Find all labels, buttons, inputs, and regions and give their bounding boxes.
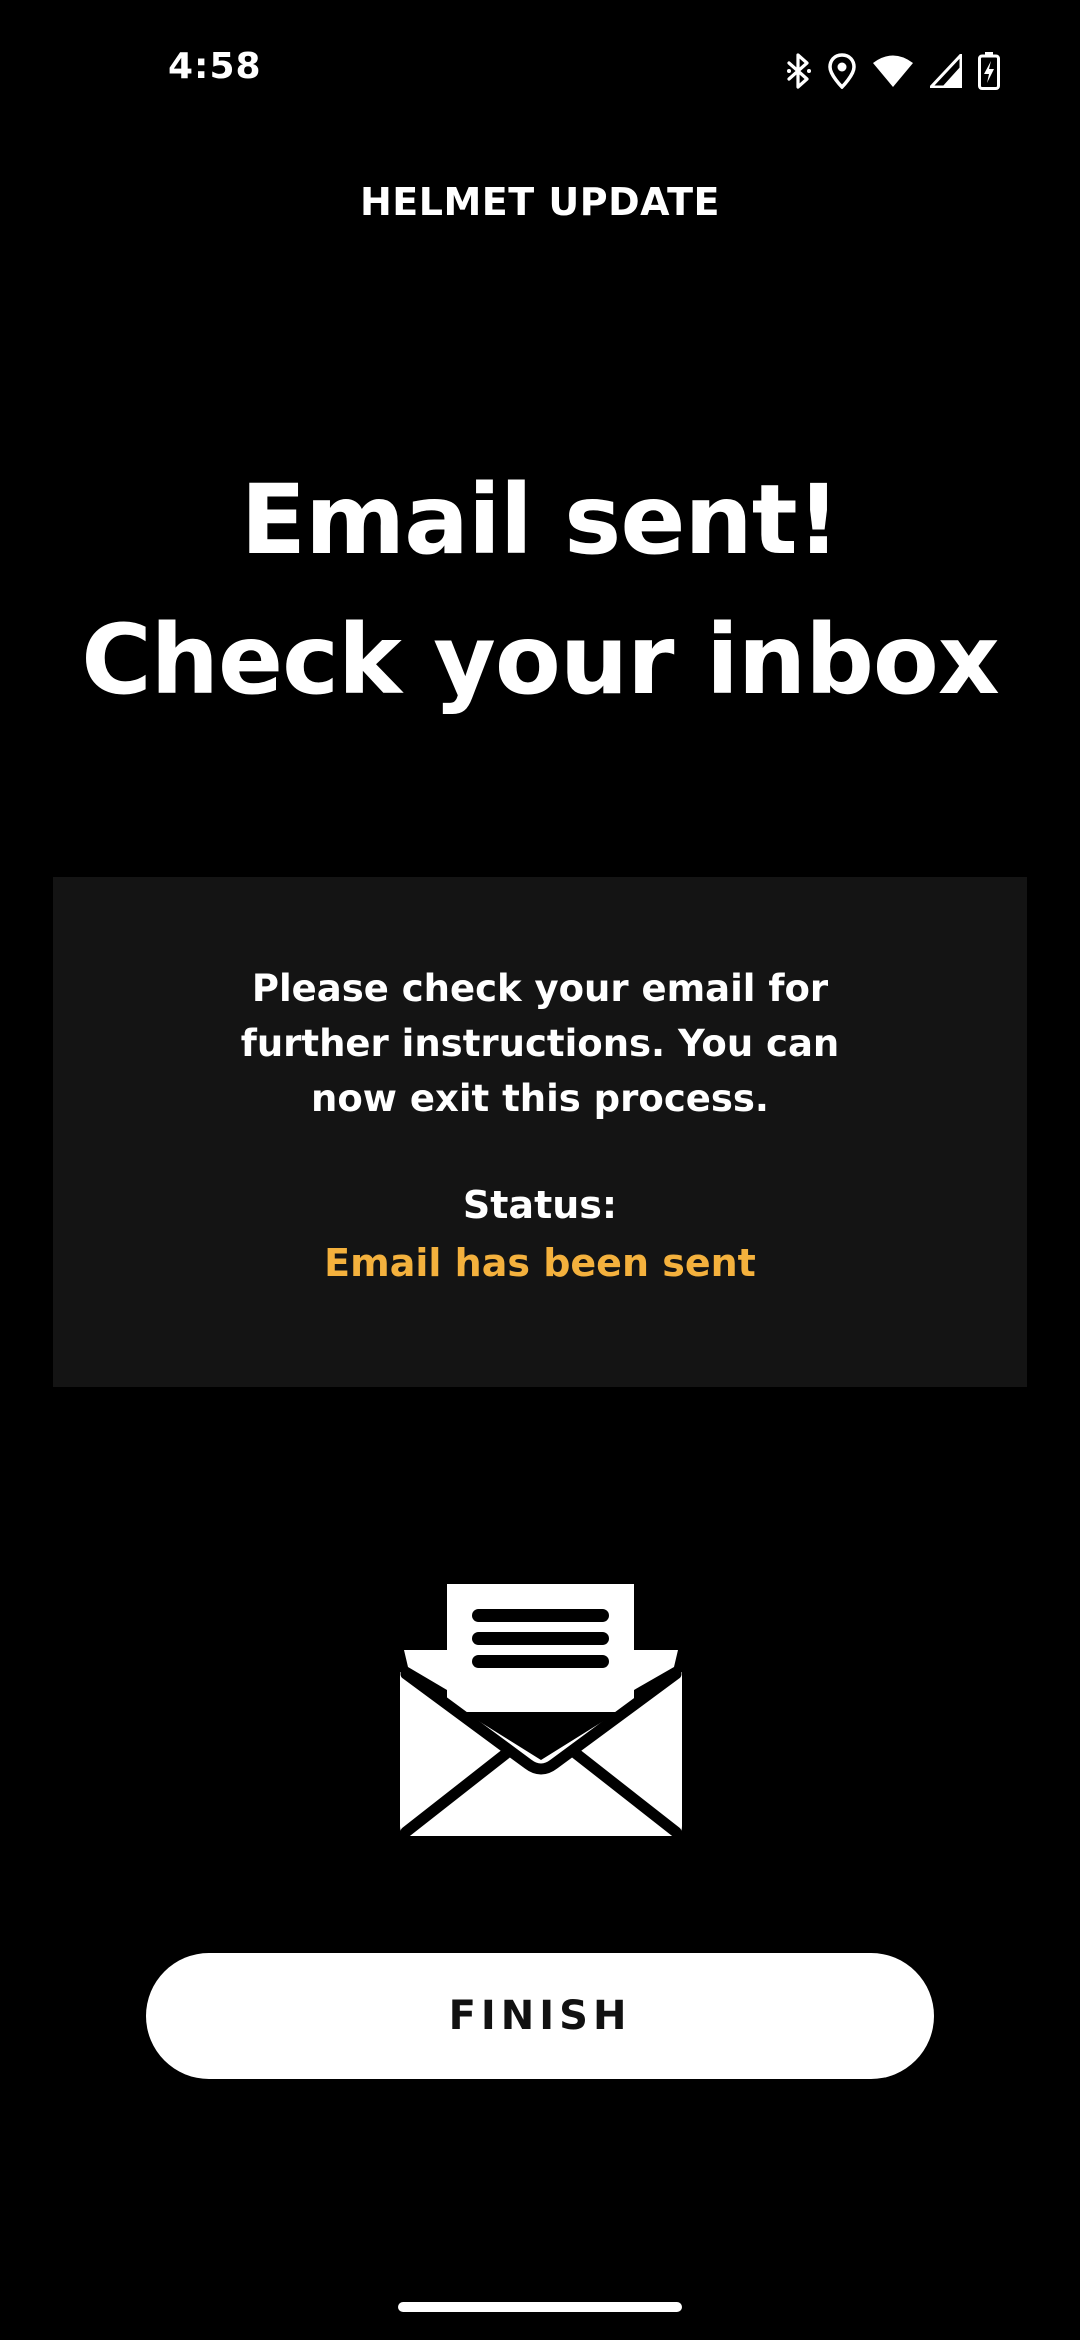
- headline-line-1: Email sent!: [240, 464, 841, 576]
- page-title: HELMET UPDATE: [360, 180, 720, 224]
- status-label: Status:: [462, 1183, 618, 1227]
- status-bar: 4:58: [0, 0, 1080, 140]
- bluetooth-icon: [786, 53, 812, 89]
- status-time: 4:58: [168, 46, 262, 87]
- wifi-icon: [872, 54, 914, 88]
- headline-line-2: Check your inbox: [81, 604, 1000, 716]
- instructions-text: Please check your email for further inst…: [240, 967, 840, 1120]
- home-indicator[interactable]: [398, 2302, 682, 2312]
- location-icon: [828, 53, 856, 89]
- info-card: Please check your email for further inst…: [53, 877, 1027, 1387]
- finish-button[interactable]: FINISH: [146, 1953, 934, 2079]
- signal-icon: [930, 54, 962, 88]
- status-icons: [786, 50, 1000, 92]
- headline: Email sent! Check your inbox: [0, 450, 1080, 730]
- envelope-open-letter-icon: [398, 1582, 684, 1838]
- battery-charging-icon: [978, 52, 1000, 90]
- status-value: Email has been sent: [324, 1241, 756, 1285]
